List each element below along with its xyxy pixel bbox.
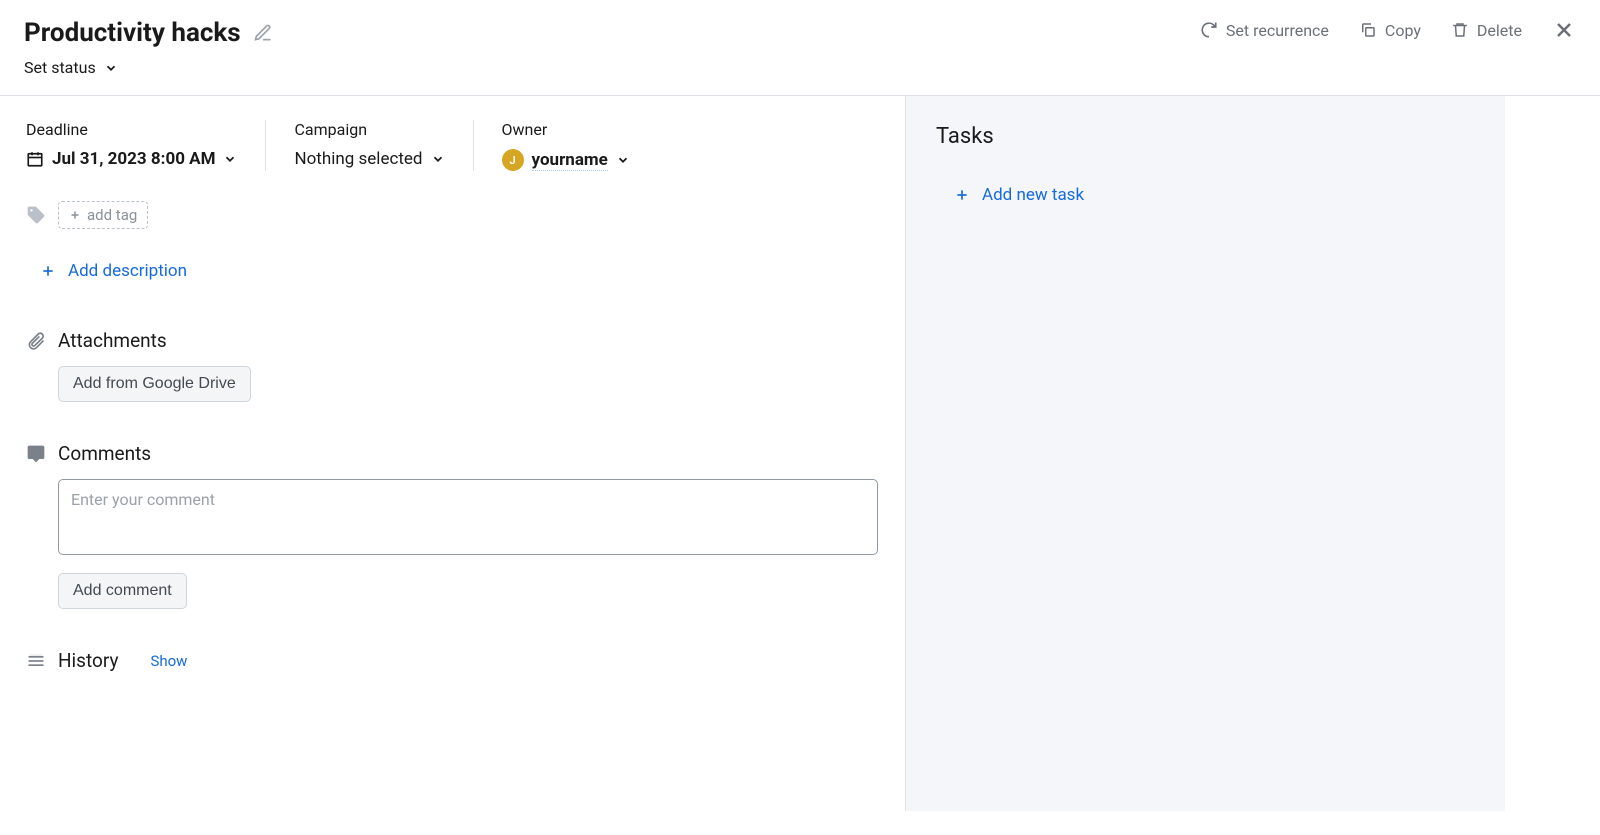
chevron-down-icon [223, 152, 237, 166]
chevron-down-icon [104, 61, 118, 75]
tag-icon [26, 205, 46, 225]
history-show-link[interactable]: Show [150, 652, 187, 670]
add-new-task-button[interactable]: Add new task [954, 185, 1084, 205]
trash-icon [1451, 21, 1469, 39]
deadline-picker[interactable]: Jul 31, 2023 8:00 AM [26, 149, 237, 169]
set-status-dropdown[interactable]: Set status [24, 58, 118, 77]
delete-button[interactable]: Delete [1451, 21, 1522, 40]
campaign-value: Nothing selected [294, 149, 422, 169]
comment-icon [26, 444, 46, 464]
recurrence-icon [1200, 21, 1218, 39]
add-tag-label: add tag [87, 206, 137, 224]
page-title: Productivity hacks [24, 18, 241, 48]
comments-heading: Comments [58, 442, 151, 465]
set-recurrence-button[interactable]: Set recurrence [1200, 21, 1329, 40]
add-tag-button[interactable]: add tag [58, 201, 148, 229]
edit-title-icon[interactable] [253, 23, 273, 43]
attachment-icon [26, 331, 46, 351]
add-new-task-label: Add new task [982, 185, 1084, 205]
history-heading: History [58, 649, 118, 672]
history-icon [26, 651, 46, 671]
campaign-label: Campaign [294, 120, 444, 139]
close-icon [1552, 18, 1576, 42]
plus-icon [954, 187, 970, 203]
copy-icon [1359, 21, 1377, 39]
set-recurrence-label: Set recurrence [1226, 21, 1329, 40]
comment-input[interactable] [58, 479, 878, 555]
delete-label: Delete [1477, 21, 1522, 40]
owner-avatar: J [502, 149, 524, 171]
owner-dropdown[interactable]: J yourname [502, 149, 630, 171]
copy-label: Copy [1385, 21, 1421, 40]
plus-icon [69, 209, 81, 221]
calendar-icon [26, 150, 44, 168]
deadline-value: Jul 31, 2023 8:00 AM [52, 149, 215, 169]
add-description-button[interactable]: Add description [40, 261, 187, 281]
chevron-down-icon [616, 153, 630, 167]
deadline-label: Deadline [26, 120, 237, 139]
add-from-google-drive-button[interactable]: Add from Google Drive [58, 366, 251, 402]
plus-icon [40, 263, 56, 279]
owner-label: Owner [502, 120, 630, 139]
attachments-heading: Attachments [58, 329, 167, 352]
chevron-down-icon [431, 152, 445, 166]
add-comment-button[interactable]: Add comment [58, 573, 187, 609]
owner-name: yourname [532, 150, 608, 171]
close-button[interactable] [1552, 18, 1576, 42]
set-status-label: Set status [24, 58, 96, 77]
campaign-dropdown[interactable]: Nothing selected [294, 149, 444, 169]
copy-button[interactable]: Copy [1359, 21, 1421, 40]
tasks-heading: Tasks [936, 124, 1475, 149]
add-description-label: Add description [68, 261, 187, 281]
